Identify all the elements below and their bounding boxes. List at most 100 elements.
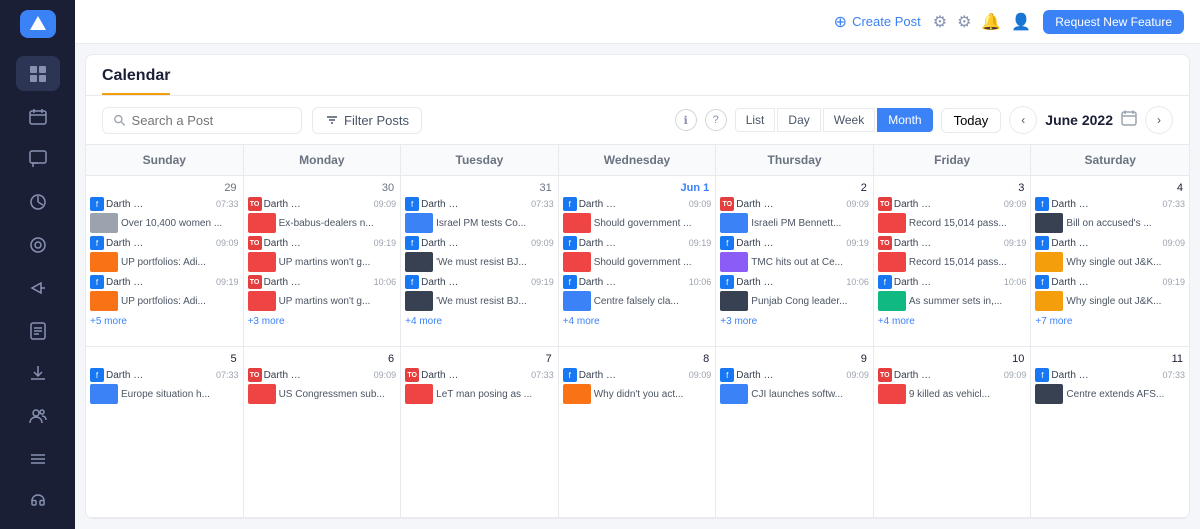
post-row[interactable]: f Darth Va... 09:09: [1035, 236, 1185, 250]
post-row[interactable]: TO Darth Va... 09:09: [248, 368, 397, 382]
post-time: 09:09: [846, 370, 869, 380]
more-posts-link[interactable]: +4 more: [878, 314, 1027, 329]
sidebar-item-alerts[interactable]: [16, 228, 60, 263]
post-row[interactable]: f Darth Va... 10:06: [720, 275, 869, 289]
tab-list[interactable]: List: [735, 108, 776, 132]
more-posts-link[interactable]: +4 more: [563, 314, 712, 329]
post-time: 09:09: [216, 238, 239, 248]
sidebar-item-calendar[interactable]: [16, 99, 60, 134]
calendar-cell-31[interactable]: 31 f Darth Va... 07:33 Israel PM tests C…: [401, 176, 559, 347]
post-row[interactable]: f Darth Va... 10:06: [563, 275, 712, 289]
post-row[interactable]: TO Darth Va... 09:19: [878, 236, 1027, 250]
post-row[interactable]: f Darth Va... 09:09: [563, 197, 712, 211]
post-author: Darth Va...: [421, 370, 461, 381]
post-row[interactable]: f Darth Va... 09:09: [563, 368, 712, 382]
post-title: Bill on accused's ...: [1066, 218, 1185, 229]
search-box[interactable]: [102, 107, 302, 134]
header-saturday: Saturday: [1031, 145, 1189, 175]
sidebar-item-messages[interactable]: [16, 142, 60, 177]
today-button[interactable]: Today: [941, 108, 1002, 133]
post-row[interactable]: TO Darth Va... 09:09: [248, 197, 397, 211]
sidebar-item-campaigns[interactable]: [16, 270, 60, 305]
calendar-content: Calendar Filter Post: [85, 54, 1190, 519]
tab-day[interactable]: Day: [777, 108, 820, 132]
calendar-cell-7[interactable]: 7 TO Darth Va... 07:33 LeT man posing as…: [401, 347, 559, 518]
post-title: TMC hits out at Ce...: [751, 257, 869, 268]
post-row[interactable]: TO Darth Va... 09:19: [248, 236, 397, 250]
post-row[interactable]: f Darth Va... 07:33: [405, 197, 554, 211]
post-author: Darth Va...: [106, 199, 146, 210]
cell-date: 8: [563, 351, 712, 368]
calendar-cell-11[interactable]: 11 f Darth Va... 07:33 Centre extends AF…: [1031, 347, 1189, 518]
post-row[interactable]: f Darth Va... 07:33: [90, 197, 239, 211]
sidebar-item-support[interactable]: [16, 484, 60, 519]
prev-month-button[interactable]: ‹: [1009, 106, 1037, 134]
calendar-cell-4[interactable]: 4 f Darth Va... 07:33 Bill on accused's …: [1031, 176, 1189, 347]
user-icon[interactable]: 👤: [1011, 12, 1031, 32]
post-title: CJI launches softw...: [751, 389, 869, 400]
post-row[interactable]: f Darth Va... 09:19: [405, 275, 554, 289]
post-row[interactable]: f Darth Va... 10:06: [878, 275, 1027, 289]
post-row[interactable]: f Darth Va... 09:19: [563, 236, 712, 250]
notifications-icon[interactable]: 🔔: [981, 12, 1001, 32]
calendar-cell-3[interactable]: 3 TO Darth Va... 09:09 Record 15,014 pas…: [874, 176, 1032, 347]
calendar-cell-9[interactable]: 9 f Darth Va... 09:09 CJI launches softw…: [716, 347, 874, 518]
calendar-cell-10[interactable]: 10 TO Darth Va... 09:09 9 killed as vehi…: [874, 347, 1032, 518]
post-content-row: Over 10,400 women ...: [90, 213, 239, 233]
calendar-cell-2[interactable]: 2 TO Darth Va... 09:09 Israeli PM Bennet…: [716, 176, 874, 347]
sidebar-logo[interactable]: [20, 10, 56, 38]
post-content-row: 'We must resist BJ...: [405, 252, 554, 272]
post-title: Israel PM tests Co...: [436, 218, 554, 229]
post-row[interactable]: f Darth Va... 09:19: [1035, 275, 1185, 289]
help-icon[interactable]: ?: [705, 109, 727, 131]
sidebar-item-downloads[interactable]: [16, 356, 60, 391]
sidebar-item-dashboard[interactable]: [16, 56, 60, 91]
calendar-cell-30[interactable]: 30 TO Darth Va... 09:09 Ex-babus-dealers…: [244, 176, 402, 347]
settings-icon[interactable]: ⚙: [957, 12, 971, 32]
post-row[interactable]: TO Darth Va... 09:09: [720, 197, 869, 211]
post-author: Darth Va...: [579, 199, 619, 210]
post-row[interactable]: f Darth Va... 09:09: [720, 368, 869, 382]
post-row[interactable]: f Darth Va... 07:33: [1035, 197, 1185, 211]
tab-month[interactable]: Month: [877, 108, 932, 132]
calendar-cell-5[interactable]: 5 f Darth Va... 07:33 Europe situation h…: [86, 347, 244, 518]
calendar-picker-icon[interactable]: [1121, 110, 1137, 131]
post-row[interactable]: f Darth Va... 09:19: [720, 236, 869, 250]
calendar-cell-8[interactable]: 8 f Darth Va... 09:09 Why didn't you act…: [559, 347, 717, 518]
calendar-cell-Jun1[interactable]: Jun 1 f Darth Va... 09:09 Should governm…: [559, 176, 717, 347]
more-posts-link[interactable]: +4 more: [405, 314, 554, 329]
sidebar-item-reports[interactable]: [16, 313, 60, 348]
sidebar-item-analytics[interactable]: [16, 185, 60, 220]
post-title: US Congressmen sub...: [279, 389, 397, 400]
post-row[interactable]: TO Darth Va... 09:09: [878, 368, 1027, 382]
post-row[interactable]: f Darth Va... 07:33: [90, 368, 239, 382]
post-row[interactable]: TO Darth Va... 09:09: [878, 197, 1027, 211]
post-content-row: Should government ...: [563, 213, 712, 233]
calendar-cell-29[interactable]: 29 f Darth Va... 07:33 Over 10,400 women…: [86, 176, 244, 347]
filter-posts-button[interactable]: Filter Posts: [312, 107, 422, 134]
settings-cog-icon[interactable]: ⚙: [933, 12, 947, 32]
more-posts-link[interactable]: +7 more: [1035, 314, 1185, 329]
next-month-button[interactable]: ›: [1145, 106, 1173, 134]
more-posts-link[interactable]: +5 more: [90, 314, 239, 329]
post-row[interactable]: f Darth Va... 09:09: [405, 236, 554, 250]
post-author: Darth Va...: [421, 277, 461, 288]
sidebar-item-team[interactable]: [16, 399, 60, 434]
post-row[interactable]: f Darth Va... 09:19: [90, 275, 239, 289]
post-title: 'We must resist BJ...: [436, 257, 554, 268]
post-row[interactable]: TO Darth Va... 10:06: [248, 275, 397, 289]
post-row[interactable]: TO Darth Va... 07:33: [405, 368, 554, 382]
post-title: LeT man posing as ...: [436, 389, 554, 400]
post-row[interactable]: f Darth Va... 09:09: [90, 236, 239, 250]
sidebar-item-feed[interactable]: [16, 441, 60, 476]
calendar-cell-6[interactable]: 6 TO Darth Va... 09:09 US Congressmen su…: [244, 347, 402, 518]
tab-week[interactable]: Week: [823, 108, 875, 132]
create-post-button[interactable]: ⊕ Create Post: [834, 12, 921, 32]
post-row[interactable]: f Darth Va... 07:33: [1035, 368, 1185, 382]
more-posts-link[interactable]: +3 more: [248, 314, 397, 329]
more-posts-link[interactable]: +3 more: [720, 314, 869, 329]
info-icon[interactable]: ℹ: [675, 109, 697, 131]
search-input[interactable]: [132, 113, 291, 128]
request-feature-button[interactable]: Request New Feature: [1043, 10, 1184, 34]
sidebar: [0, 0, 75, 529]
